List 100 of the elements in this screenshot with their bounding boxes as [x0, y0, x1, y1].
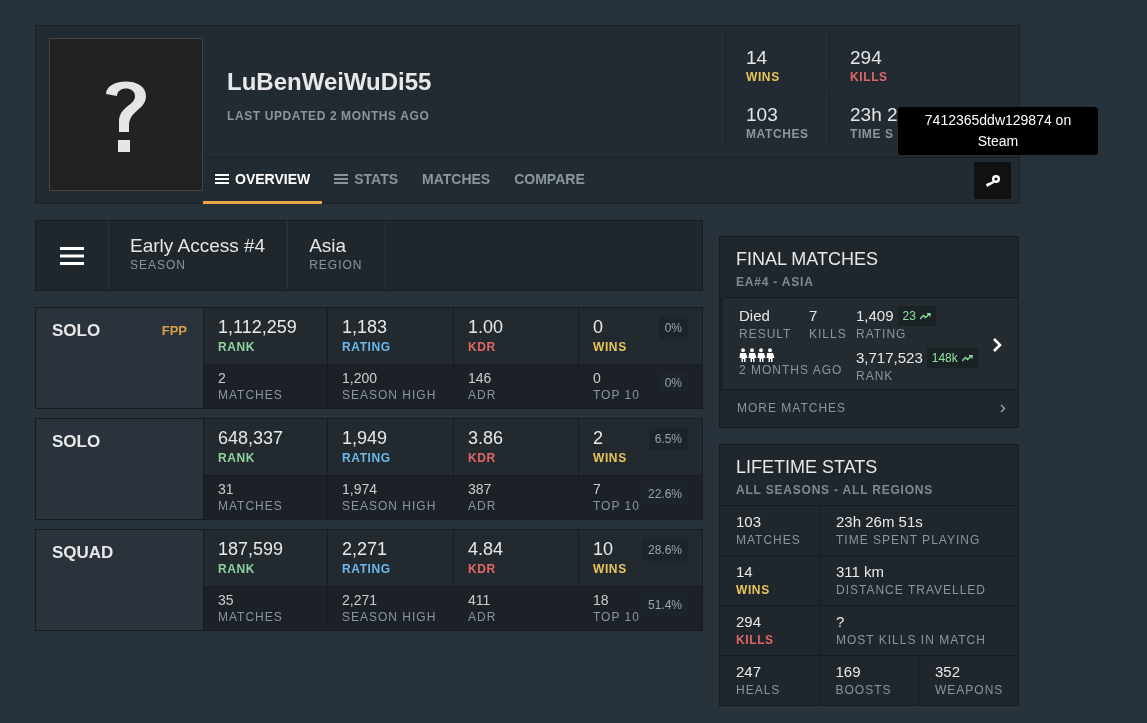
stat-value: 4.84	[468, 538, 504, 561]
stat-label: SEASON HIGH	[342, 498, 437, 514]
stat-label: RANK	[218, 561, 256, 577]
stat-value: 352	[935, 662, 961, 682]
mode-name: SOLO	[52, 431, 101, 453]
stat-label: KILLS	[850, 69, 888, 85]
stat-label: TIME SPENT PLAYING	[836, 532, 981, 548]
stat-label: TOP 10	[593, 609, 640, 625]
match-label: KILLS	[809, 326, 848, 342]
stat-value: 2,271	[342, 592, 378, 609]
stat-value: 1,112,259	[218, 316, 297, 339]
nav-tab[interactable]: OVERVIEW	[203, 157, 323, 204]
stat-value: ?	[836, 612, 845, 632]
match-label: RESULT	[739, 326, 793, 342]
stat-label: BOOSTS	[835, 682, 892, 698]
stat-label: ADR	[468, 387, 497, 403]
stat-label: WINS	[736, 582, 770, 598]
stat-value: 2	[218, 370, 226, 387]
stat-label: MATCHES	[218, 498, 283, 514]
stat-value: 387	[468, 481, 492, 498]
stat-value: 187,599	[218, 538, 284, 561]
stat-value: 1,183	[342, 316, 388, 339]
match-label: 2 MONTHS AGO	[739, 362, 844, 378]
mode-name: SQUAD	[52, 542, 114, 564]
stat-value: 247	[736, 662, 762, 682]
stat-label: TIME S	[850, 125, 894, 142]
stat-value: 294	[736, 612, 762, 632]
stat-value: 103	[736, 512, 762, 532]
chevron-right-icon	[992, 337, 1002, 353]
steam-icon	[984, 173, 1001, 188]
trend-up-icon	[961, 354, 973, 362]
stat-value: 169	[835, 662, 861, 682]
match-value: Died	[739, 306, 770, 326]
stat-value: 14	[746, 47, 768, 69]
stat-label: MATCHES	[746, 125, 809, 142]
stat-label: MATCHES	[218, 387, 283, 403]
stat-value: 103	[746, 103, 778, 126]
stat-label: SEASON HIGH	[342, 609, 437, 625]
perspective-label: FPP	[161, 322, 187, 340]
match-value: 7	[809, 306, 818, 326]
percent-badge: 28.6%	[641, 539, 688, 561]
stat-value: 7	[593, 481, 601, 498]
stat-label: DISTANCE TRAVELLED	[836, 582, 987, 598]
stat-label: MATCHES	[218, 609, 283, 625]
stat-value: 23h 2	[850, 103, 898, 126]
card-subtitle: ALL SEASONS - ALL REGIONS	[736, 482, 935, 499]
stat-value: 10	[593, 538, 614, 561]
stat-value: 14	[736, 562, 753, 582]
menu-icon[interactable]	[60, 246, 84, 265]
selector-label: REGION	[309, 257, 363, 273]
nav-tab[interactable]: MATCHES	[410, 157, 503, 204]
match-row[interactable]: Died RESULT 7 KILLS 1,409 23 RATING 2 MONTHS AGO 3,717,523 148k RANK	[720, 297, 1018, 389]
stat-value: 23h 26m 51s	[836, 512, 923, 532]
stat-value: 294	[850, 47, 882, 69]
stat-value: 18	[593, 592, 609, 609]
more-matches-link[interactable]: MORE MATCHES	[720, 389, 1018, 427]
squad-icon	[739, 348, 775, 362]
stat-value: 35	[218, 592, 234, 609]
stat-label: TOP 10	[593, 387, 640, 403]
stat-value: 31	[218, 481, 234, 498]
chevron-right-icon	[1000, 403, 1006, 413]
nav-tab[interactable]: COMPARE	[502, 157, 597, 204]
trend-badge: 148k	[926, 348, 978, 368]
nav-tab[interactable]: STATS	[322, 157, 410, 204]
stat-value: 1,974	[342, 481, 378, 498]
percent-badge: 6.5%	[648, 428, 688, 450]
stat-label: WINS	[593, 339, 627, 355]
stat-label: MOST KILLS IN MATCH	[836, 632, 986, 648]
stat-label: SEASON HIGH	[342, 387, 437, 403]
match-label: RANK	[856, 368, 895, 384]
match-label: RATING	[856, 326, 908, 342]
season-selector[interactable]: Early Access #4 SEASON	[109, 221, 289, 290]
stat-label: WINS	[746, 69, 780, 85]
percent-badge: 0%	[658, 317, 688, 339]
last-updated: LAST UPDATED 2 MONTHS AGO	[227, 108, 431, 124]
trend-badge: 23	[897, 306, 936, 326]
stat-value: 648,337	[218, 427, 284, 450]
card-subtitle: EA#4 - ASIA	[736, 274, 815, 291]
player-name: LuBenWeiWuDi55	[227, 67, 432, 97]
stat-label: WEAPONS	[935, 682, 1004, 698]
stat-label: KDR	[468, 450, 496, 466]
stat-value: 311 km	[836, 562, 885, 582]
stat-label: ADR	[468, 609, 497, 625]
stat-value: 0	[593, 370, 601, 387]
stat-value: 2	[593, 427, 603, 450]
stat-label: WINS	[593, 561, 627, 577]
card-title: FINAL MATCHES	[736, 248, 879, 271]
stat-label: TOP 10	[593, 498, 640, 514]
stat-label: WINS	[593, 450, 627, 466]
selector-value: Early Access #4	[130, 235, 266, 257]
stat-label: KILLS	[736, 632, 774, 648]
mode-name: SOLO	[52, 320, 101, 342]
stat-label: MATCHES	[736, 532, 801, 548]
match-value: 3,717,523	[856, 348, 923, 368]
stat-label: HEALS	[736, 682, 781, 698]
stat-value: 2,271	[342, 538, 388, 561]
season-selector[interactable]: Asia REGION	[288, 221, 386, 290]
stat-value: 1.00	[468, 316, 504, 339]
steam-button[interactable]	[974, 162, 1011, 199]
stat-value: 411	[468, 592, 491, 609]
